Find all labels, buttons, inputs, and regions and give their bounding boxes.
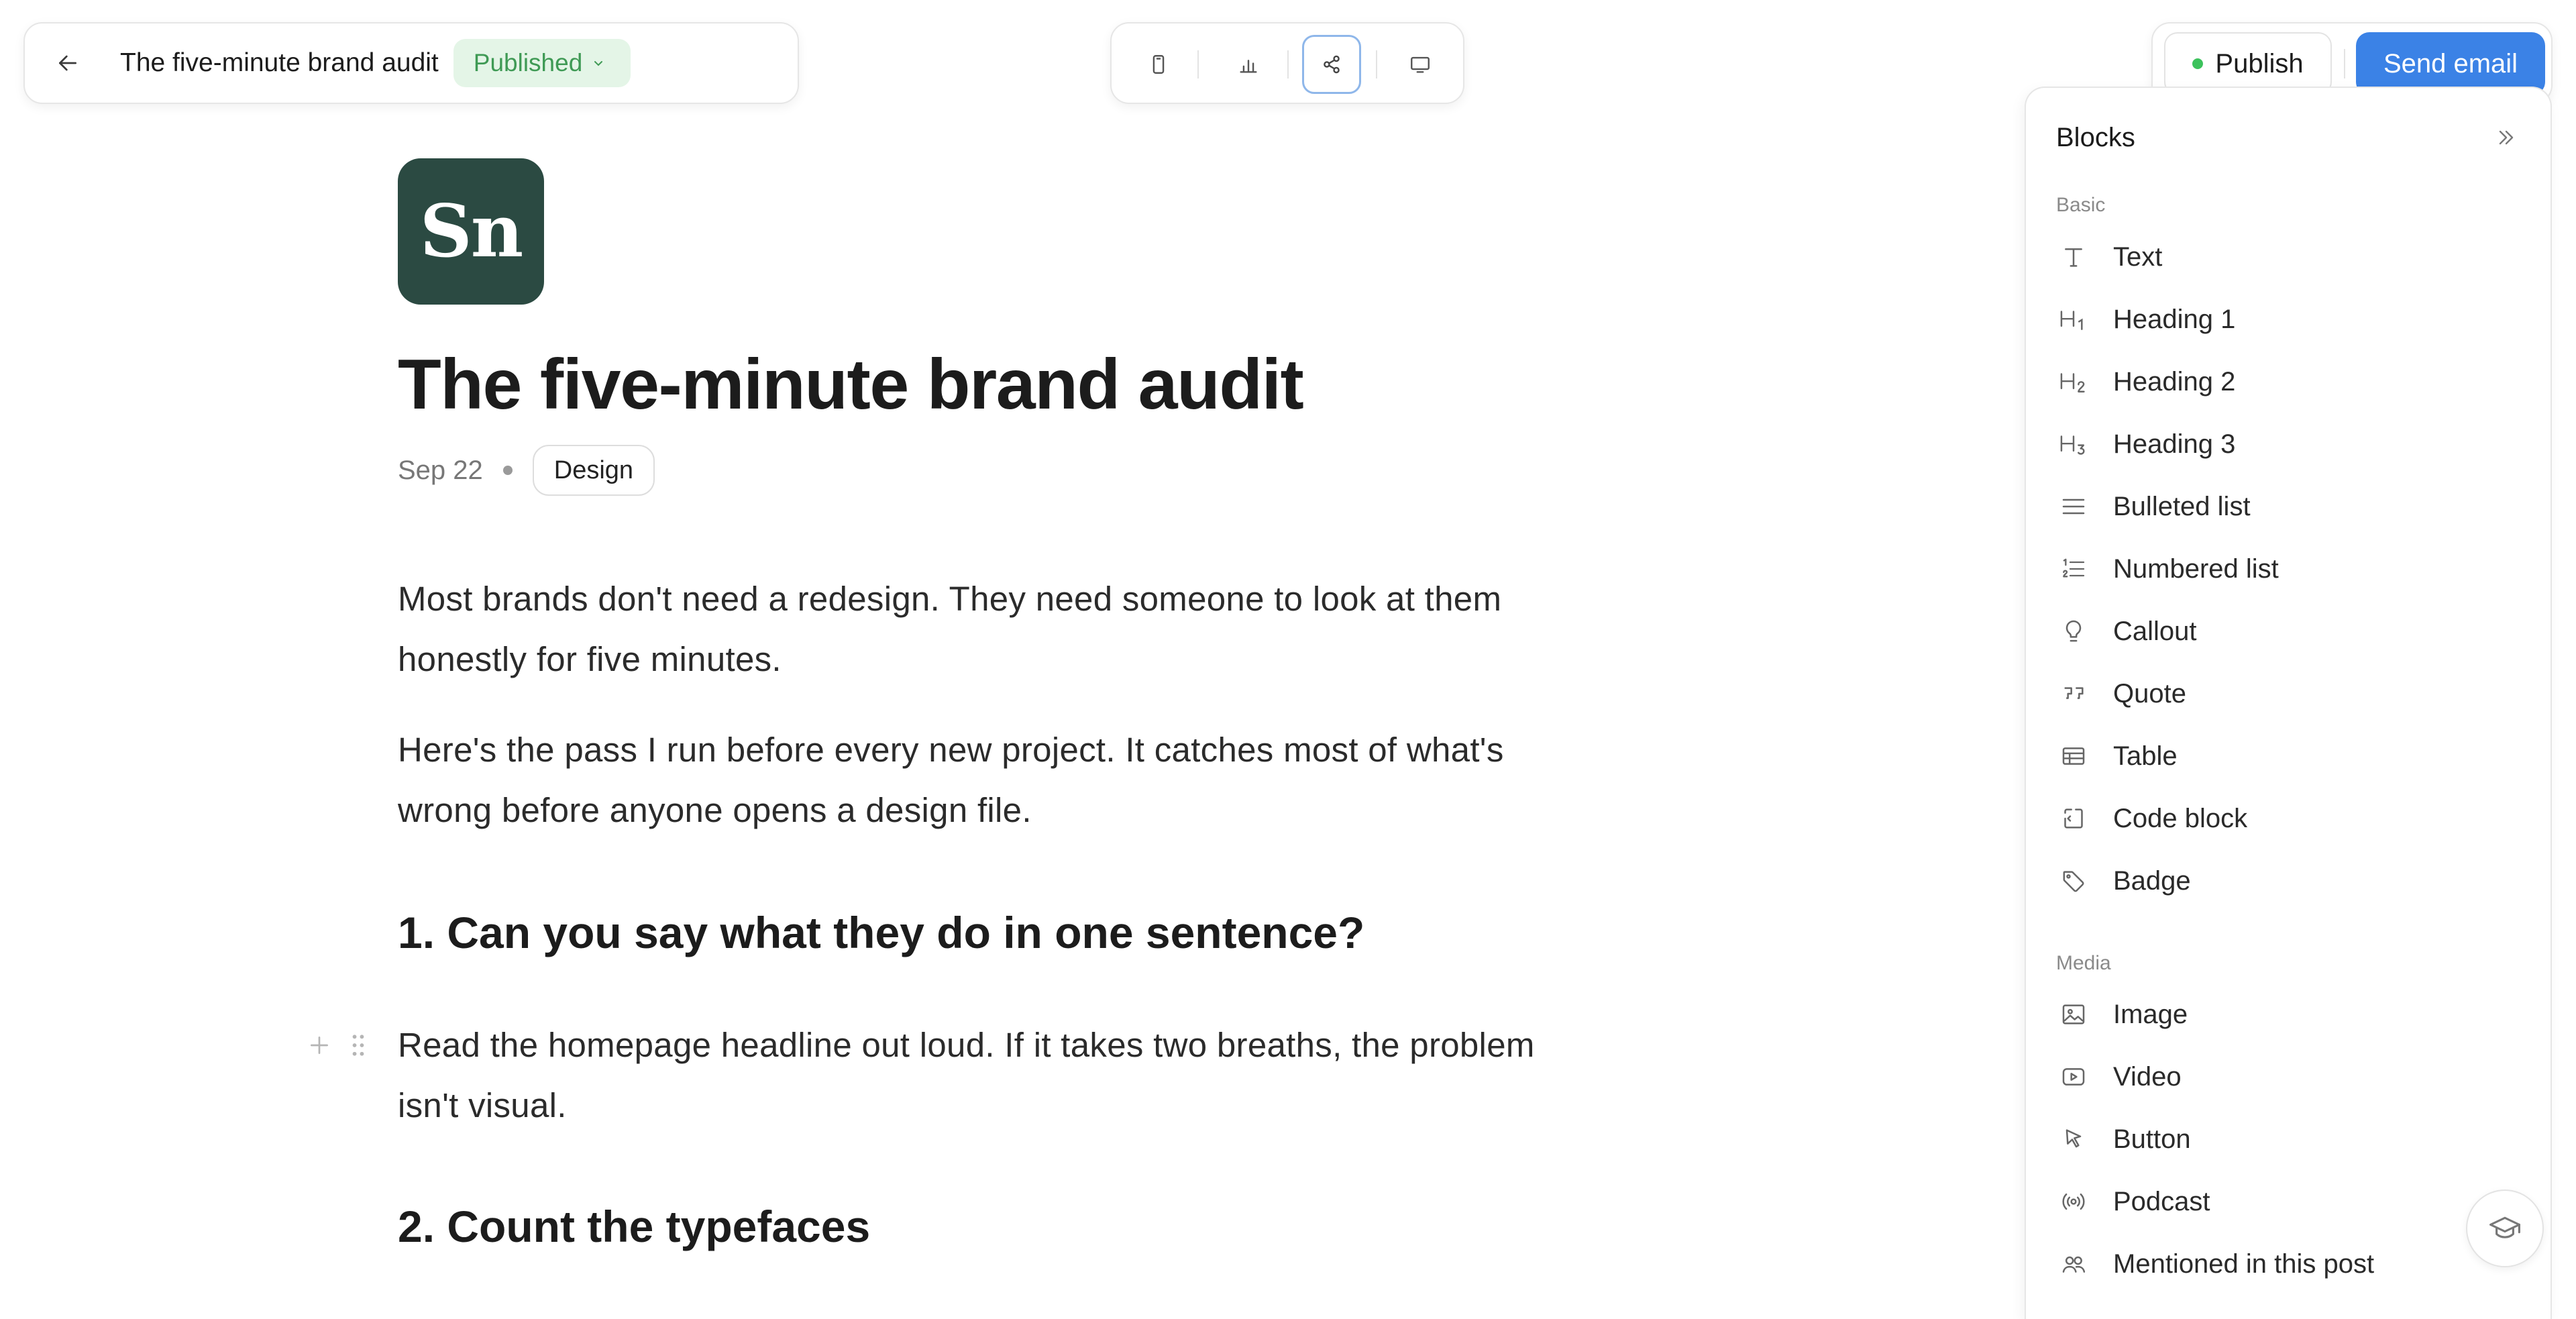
heading-1-icon — [2060, 311, 2083, 331]
section-heading[interactable]: 2. Count the typefaces — [398, 1201, 870, 1252]
block-item-label: Numbered list — [2113, 553, 2279, 584]
group-label-basic: Basic — [2056, 194, 2106, 216]
block-item-code-block[interactable]: Code block — [2045, 792, 2528, 845]
desktop-preview-icon — [1411, 56, 1430, 73]
document-title: The five-minute brand audit — [120, 48, 439, 77]
block-item-label: Badge — [2113, 865, 2191, 896]
paragraph[interactable]: Read the homepage headline out loud. If … — [398, 1015, 1592, 1136]
drag-handle[interactable] — [350, 1032, 367, 1059]
publication-logo: Sn — [398, 158, 544, 305]
block-item-label: Button — [2113, 1124, 2191, 1154]
arrow-left-icon — [59, 55, 76, 71]
block-item-label: Heading 3 — [2113, 429, 2236, 459]
block-item-podcast[interactable]: Podcast — [2045, 1175, 2528, 1228]
analytics-button[interactable] — [1219, 35, 1278, 94]
block-item-heading-2[interactable]: Heading 2 — [2045, 355, 2528, 409]
graduation-cap-icon — [2489, 1216, 2520, 1238]
code-block-icon — [2064, 808, 2083, 829]
paragraph[interactable]: Most brands don't need a redesign. They … — [398, 569, 1592, 690]
help-button[interactable] — [2466, 1190, 2544, 1267]
block-item-image[interactable]: Image — [2045, 988, 2528, 1041]
block-item-label: Bulleted list — [2113, 491, 2251, 521]
block-item-heading-1[interactable]: Heading 1 — [2045, 293, 2528, 346]
post-date: Sep 22 — [398, 455, 483, 485]
block-item-badge[interactable]: Badge — [2045, 854, 2528, 908]
toolbar-divider — [1197, 50, 1199, 78]
table-icon — [2062, 747, 2085, 765]
heading-2-icon — [2060, 373, 2085, 393]
block-item-label: Heading 1 — [2113, 304, 2236, 334]
paragraph[interactable]: Here's the pass I run before every new p… — [398, 720, 1592, 841]
mobile-preview-icon — [1152, 55, 1165, 74]
back-button[interactable] — [41, 36, 95, 90]
send-email-label: Send email — [2383, 48, 2518, 78]
section-heading[interactable]: 1. Can you say what they do in one sente… — [398, 907, 1364, 958]
block-item-table[interactable]: Table — [2045, 729, 2528, 783]
block-item-video[interactable]: Video — [2045, 1050, 2528, 1104]
quote-icon — [2064, 687, 2084, 699]
video-icon — [2062, 1068, 2085, 1086]
chevrons-right-icon — [2499, 130, 2514, 145]
block-item-callout[interactable]: Callout — [2045, 604, 2528, 658]
publish-label: Publish — [2215, 48, 2304, 78]
live-status-dot — [2192, 58, 2204, 69]
add-block-button[interactable] — [306, 1032, 333, 1059]
collapse-panel-button[interactable] — [2487, 119, 2525, 156]
people-icon — [2062, 1256, 2086, 1273]
post-header: The five-minute brand audit Published — [23, 22, 799, 104]
block-item-bulleted-list[interactable]: Bulleted list — [2045, 480, 2528, 533]
post-title[interactable]: The five-minute brand audit — [398, 339, 1304, 430]
podcast-icon — [2062, 1193, 2085, 1210]
status-label: Published — [473, 49, 583, 76]
publish-button[interactable]: Publish — [2164, 32, 2332, 95]
chevron-down-icon — [594, 61, 603, 66]
drag-handle-icon — [352, 1035, 364, 1056]
bulleted-list-icon — [2062, 498, 2085, 515]
numbered-list-icon — [2063, 558, 2085, 578]
block-item-button[interactable]: Button — [2045, 1112, 2528, 1166]
share-icon — [1324, 55, 1340, 74]
block-item-label: Quote — [2113, 678, 2186, 708]
status-dropdown[interactable]: Published — [453, 39, 631, 87]
block-item-quote[interactable]: Quote — [2045, 667, 2528, 721]
block-item-label: Mentioned in this post — [2113, 1249, 2375, 1279]
block-item-label: Callout — [2113, 616, 2197, 646]
plus-icon — [311, 1037, 328, 1054]
analytics-icon — [1240, 60, 1257, 73]
view-toolbar — [1110, 22, 1464, 104]
blocks-panel: Blocks Basic Text Heading 1 Heading 2 He… — [2025, 87, 2552, 1319]
block-item-label: Heading 2 — [2113, 366, 2236, 397]
desktop-preview-button[interactable] — [1391, 35, 1450, 94]
logo-text: Sn — [419, 189, 524, 274]
block-item-label: Podcast — [2113, 1186, 2210, 1216]
block-item-label: Code block — [2113, 803, 2248, 833]
image-icon — [2062, 1004, 2085, 1024]
lightbulb-icon — [2065, 620, 2082, 642]
post-meta: Sep 22 Design — [398, 443, 655, 497]
send-email-button[interactable]: Send email — [2356, 32, 2545, 95]
toolbar-divider — [1376, 50, 1377, 78]
tag-icon — [2063, 871, 2084, 892]
heading-3-icon — [2060, 435, 2085, 455]
meta-separator — [502, 466, 513, 475]
panel-title: Blocks — [2056, 123, 2135, 152]
block-item-heading-3[interactable]: Heading 3 — [2045, 417, 2528, 471]
share-button[interactable] — [1302, 35, 1361, 94]
cursor-icon — [2065, 1129, 2082, 1148]
tag-chip[interactable]: Design — [532, 445, 655, 496]
mobile-preview-button[interactable] — [1129, 35, 1188, 94]
block-item-label: Image — [2113, 999, 2188, 1029]
block-item-numbered-list[interactable]: Numbered list — [2045, 542, 2528, 596]
block-item-label: Table — [2113, 741, 2178, 771]
block-item-mentioned[interactable]: Mentioned in this post — [2045, 1237, 2528, 1291]
text-icon — [2065, 248, 2082, 267]
block-item-text[interactable]: Text — [2045, 230, 2528, 284]
block-item-label: Video — [2113, 1061, 2182, 1092]
block-item-label: Text — [2113, 242, 2163, 272]
actions-divider — [2344, 49, 2345, 78]
group-label-media: Media — [2056, 952, 2111, 974]
toolbar-divider — [1287, 50, 1289, 78]
